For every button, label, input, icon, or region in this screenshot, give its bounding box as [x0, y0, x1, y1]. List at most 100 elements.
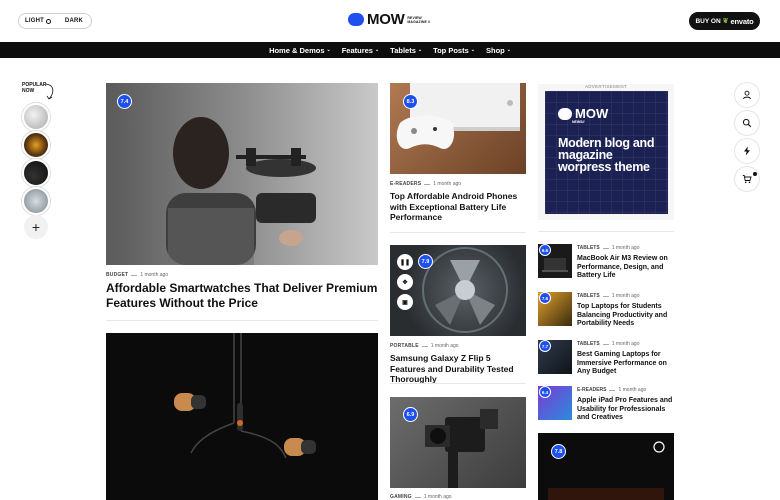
post-title[interactable]: MacBook Air M3 Review on Performance, De…: [577, 255, 677, 281]
envato-brand: envato: [730, 16, 754, 26]
post-title[interactable]: Samsung Galaxy Z Flip 5 Features and Dur…: [390, 353, 528, 385]
advertisement-label: ADVERTISEMENT: [584, 84, 628, 89]
separator: [424, 183, 431, 185]
post-meta: E-READERS 1 month ago: [577, 387, 646, 393]
nav-item-features[interactable]: Features ⌄: [342, 46, 379, 55]
divider: [390, 232, 526, 233]
category-label[interactable]: PORTABLE: [390, 343, 419, 349]
mode-toggle[interactable]: LIGHT DARK: [18, 13, 92, 29]
chevron-down-icon: ⌄: [326, 47, 331, 53]
featured-meta: BUDGET 1 month ago: [106, 272, 168, 278]
cart-icon: [742, 175, 752, 184]
rating-badge: 8.3: [403, 94, 418, 109]
nav-item-tablets[interactable]: Tablets ⌄: [390, 46, 422, 55]
logo-text: MOW: [367, 11, 405, 28]
divider: [390, 383, 526, 384]
cart-badge-dot: [753, 172, 757, 176]
post-title[interactable]: Top Affordable Android Phones with Excep…: [390, 191, 526, 223]
rating-badge: 6.4: [539, 386, 551, 398]
story-avatar[interactable]: [22, 131, 50, 159]
light-mode-option[interactable]: LIGHT: [19, 14, 57, 28]
nav-label: Top Posts: [433, 45, 469, 55]
move-button[interactable]: ✥: [397, 274, 413, 290]
post-meta: TABLETS 1 month ago: [577, 293, 640, 299]
site-logo[interactable]: MOW REVIEW MAGAZINE //: [348, 11, 433, 28]
nav-item-home-demos[interactable]: Home & Demos ⌄: [269, 46, 331, 55]
post-time: 1 month ago: [430, 343, 459, 349]
ad-logo-text: MOW: [575, 106, 609, 121]
dark-mode-label: DARK: [64, 18, 84, 24]
post-time: 1 month ago: [140, 272, 169, 278]
earphones-image[interactable]: [106, 333, 378, 500]
curved-arrow-icon: [45, 83, 54, 100]
post-time: 1 month ago: [611, 245, 640, 251]
rating-badge: 7.8: [551, 444, 566, 459]
ad-logo: MOW: [558, 106, 608, 121]
post-title[interactable]: Best Gaming Laptops for Immersive Perfor…: [577, 351, 677, 377]
account-button[interactable]: [735, 83, 759, 107]
post-time: 1 month ago: [611, 341, 640, 347]
top-header: LIGHT DARK MOW REVIEW MAGAZINE // BUY ON…: [0, 0, 780, 42]
separator: [421, 345, 428, 347]
drone-photo-illustration: [166, 117, 316, 265]
trending-button[interactable]: [735, 139, 759, 163]
ad-logo-mark-icon: [558, 107, 572, 120]
featured-title[interactable]: Affordable Smartwatches That Deliver Pre…: [106, 281, 378, 310]
category-label[interactable]: TABLETS: [577, 293, 600, 299]
post-title[interactable]: Apple iPad Pro Features and Usability fo…: [577, 397, 677, 423]
post-time: 1 month ago: [618, 387, 647, 393]
chevron-down-icon: ⌄: [470, 47, 475, 53]
play-button[interactable]: ▣: [397, 294, 413, 310]
category-label[interactable]: TABLETS: [577, 341, 600, 347]
rating-badge: 6.9: [403, 407, 418, 422]
separator: [414, 496, 421, 498]
buy-label: BUY ON: [695, 17, 721, 25]
cart-button[interactable]: [735, 167, 759, 191]
post-meta: GAMING 1 month ago: [390, 494, 452, 500]
plus-icon: +: [31, 219, 41, 235]
story-avatar[interactable]: [22, 103, 50, 131]
post-time: 1 month ago: [423, 494, 452, 500]
rating-badge: 7.4: [117, 94, 132, 109]
rating-badge: 6.6: [539, 244, 551, 256]
separator: [602, 295, 609, 297]
nav-label: Tablets: [390, 45, 416, 55]
logo-subtitle: REVIEW MAGAZINE //: [407, 15, 431, 24]
nav-item-top-posts[interactable]: Top Posts ⌄: [433, 46, 475, 55]
post-time: 1 month ago: [433, 181, 462, 187]
category-label[interactable]: GAMING: [390, 494, 412, 500]
divider: [106, 320, 378, 321]
featured-image[interactable]: [106, 83, 378, 265]
post-title[interactable]: Top Laptops for Students Balancing Produ…: [577, 303, 677, 329]
pause-button[interactable]: ❚❚: [397, 254, 413, 270]
add-story-button[interactable]: +: [24, 215, 48, 239]
post-meta: TABLETS 1 month ago: [577, 341, 640, 347]
separator: [609, 389, 616, 391]
sun-icon: [46, 18, 51, 24]
play-icon: ▣: [402, 299, 408, 306]
post-time: 1 month ago: [611, 293, 640, 299]
chevron-down-icon: ⌄: [374, 47, 380, 53]
ad-news-label: NEWS//: [572, 120, 585, 124]
ad-headline: Modern blog and magazine worpress theme: [558, 136, 655, 174]
media-controls: ❚❚ ✥ ▣: [397, 254, 413, 314]
search-button[interactable]: [735, 111, 759, 135]
nav-label: Features: [341, 45, 373, 55]
user-icon: [743, 90, 751, 100]
category-label[interactable]: E-READERS: [390, 181, 421, 187]
category-label[interactable]: TABLETS: [577, 245, 600, 251]
buy-on-envato-button[interactable]: BUY ON ❦ envato: [689, 12, 760, 30]
envato-leaf-icon: ❦: [722, 18, 729, 25]
nav-item-shop[interactable]: Shop ⌄: [486, 46, 511, 55]
category-label[interactable]: BUDGET: [106, 272, 128, 278]
story-avatar[interactable]: [22, 187, 50, 215]
divider: [538, 231, 674, 232]
chevron-down-icon: ⌄: [506, 47, 511, 53]
page: LIGHT DARK MOW REVIEW MAGAZINE // BUY ON…: [0, 0, 780, 500]
story-avatar[interactable]: [22, 159, 50, 187]
bolt-icon: [744, 146, 750, 156]
category-label[interactable]: E-READERS: [577, 387, 606, 393]
pause-icon: ❚❚: [399, 259, 411, 266]
main-nav: Home & Demos ⌄ Features ⌄ Tablets ⌄ Top Pos…: [0, 42, 780, 58]
dark-mode-option[interactable]: DARK: [57, 18, 91, 24]
